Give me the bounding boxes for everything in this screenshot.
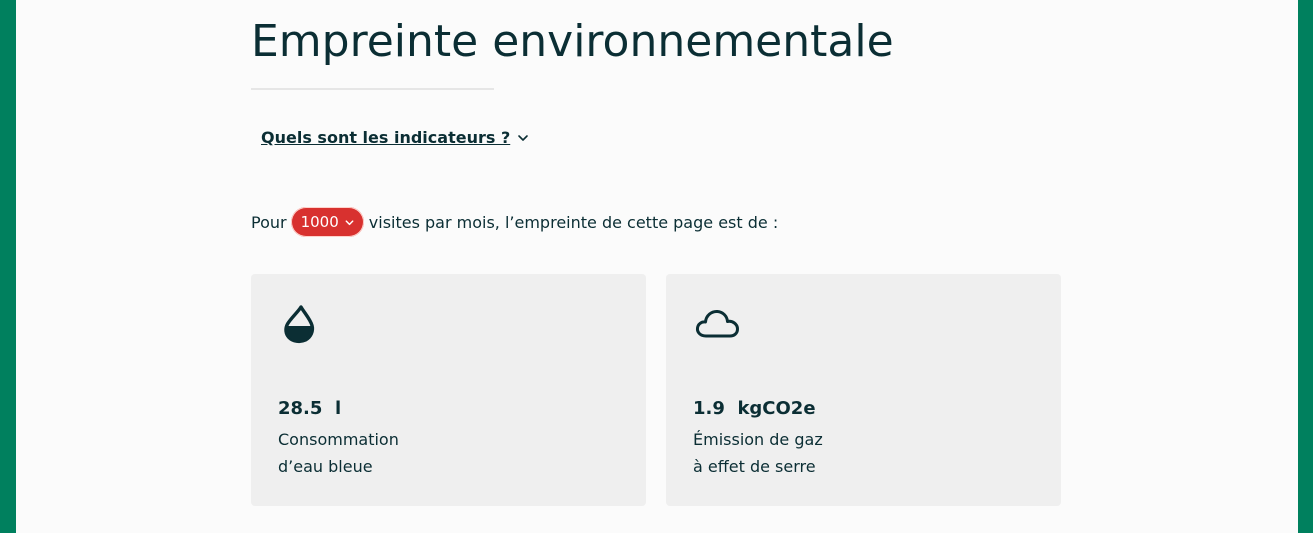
page: Empreinte environnementale Quels sont le… <box>16 0 1298 533</box>
water-footprint-label: Consommation d’eau bleue <box>278 426 399 480</box>
cloud-icon <box>695 309 739 338</box>
water-footprint-value: 28.5 l <box>278 398 341 419</box>
indicators-disclosure-label: Quels sont les indicateurs ? <box>261 128 511 147</box>
visits-select-value: 1000 <box>300 213 339 231</box>
ghg-emission-card: 1.9 kgCO2e Émission de gaz à effet de se… <box>666 274 1061 506</box>
indicators-disclosure[interactable]: Quels sont les indicateurs ? <box>261 128 530 147</box>
ghg-emission-label-line1: Émission de gaz <box>693 430 823 449</box>
visits-select[interactable]: 1000 <box>290 207 364 237</box>
ghg-emission-label: Émission de gaz à effet de serre <box>693 426 823 480</box>
ghg-emission-unit: kgCO2e <box>737 398 816 419</box>
ghg-emission-number: 1.9 <box>693 398 725 419</box>
visits-sentence: Pour 1000 visites par mois, l’empreinte … <box>251 206 778 238</box>
chevron-down-icon <box>345 219 354 225</box>
water-footprint-number: 28.5 <box>278 398 323 419</box>
page-title: Empreinte environnementale <box>251 16 894 67</box>
chevron-down-icon <box>518 134 529 141</box>
visits-prefix: Pour <box>251 212 287 232</box>
water-drop-icon <box>284 305 315 344</box>
title-divider <box>251 88 494 90</box>
ghg-emission-value: 1.9 kgCO2e <box>693 398 816 419</box>
water-footprint-unit: l <box>334 398 342 419</box>
visits-suffix: visites par mois, l’empreinte de cette p… <box>368 212 779 232</box>
ghg-emission-label-line2: à effet de serre <box>693 457 816 476</box>
water-footprint-label-line2: d’eau bleue <box>278 457 373 476</box>
water-footprint-card: 28.5 l Consommation d’eau bleue <box>251 274 646 506</box>
water-footprint-label-line1: Consommation <box>278 430 399 449</box>
